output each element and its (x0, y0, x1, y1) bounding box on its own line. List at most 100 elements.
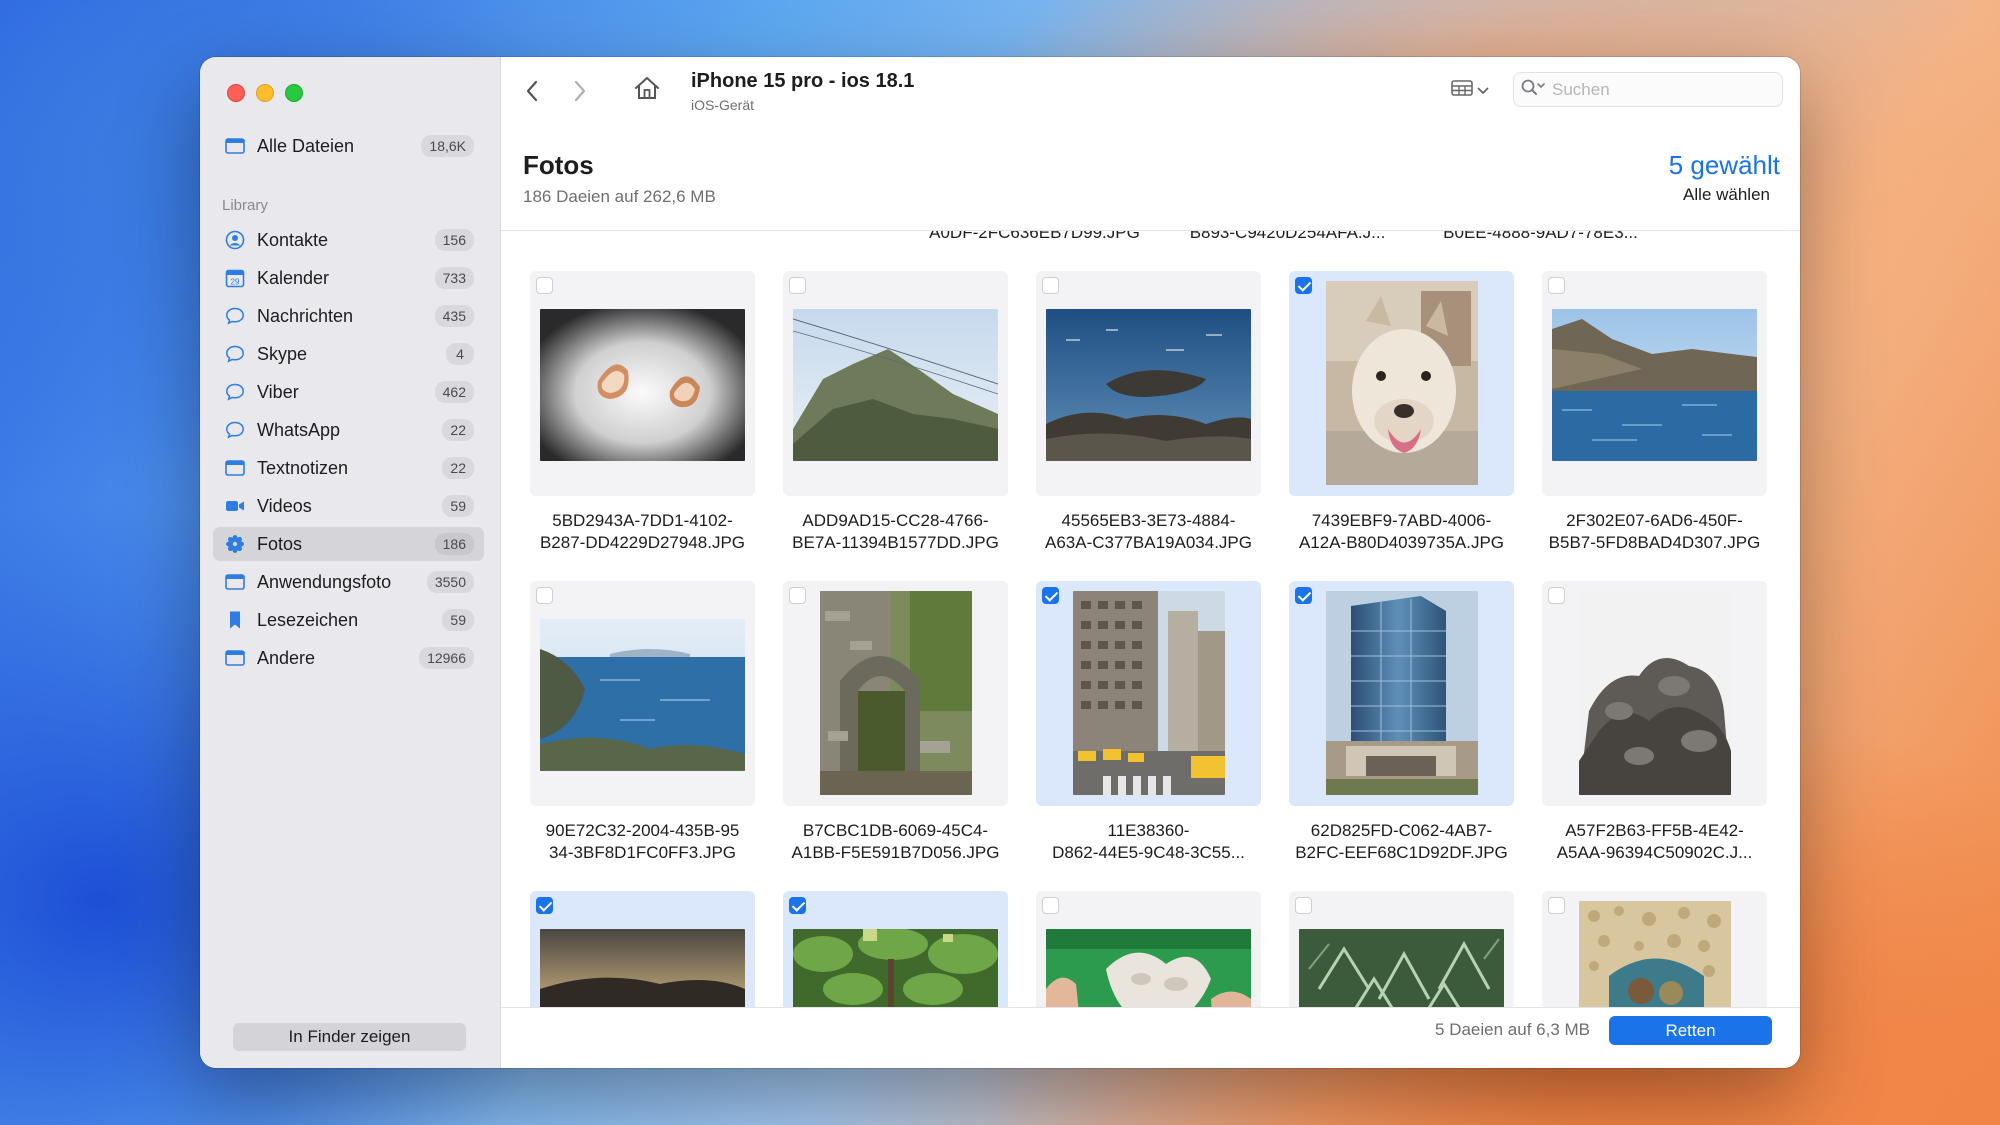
notes-icon (225, 458, 245, 478)
calendar-icon: 29 (225, 268, 245, 288)
select-checkbox[interactable] (1295, 277, 1312, 294)
page-subtitle: 186 Daeien auf 262,6 MB (523, 187, 716, 206)
chevron-down-icon (1477, 82, 1489, 100)
sidebar-item-textnotizen[interactable]: Textnotizen 22 (213, 451, 484, 485)
file-name: 62D825FD-C062-4AB7- B2FC-EEF68C1D92DF.JPG (1295, 821, 1508, 862)
grid-view-icon (1451, 79, 1473, 102)
photo-tile[interactable] (1542, 271, 1767, 496)
photo-thumbnail (820, 591, 972, 795)
photo-thumbnail (1579, 591, 1731, 795)
sidebar: Alle Dateien 18,6K Library Kontakte 156 … (200, 57, 501, 1068)
photo-tile[interactable] (1036, 581, 1261, 806)
window-controls (227, 84, 303, 102)
photo-thumbnail (1326, 281, 1478, 485)
zoom-window-button[interactable] (285, 84, 303, 102)
select-checkbox[interactable] (1042, 277, 1059, 294)
chevron-right-icon (573, 80, 587, 107)
photo-tile[interactable] (1289, 891, 1514, 1007)
sidebar-item-viber[interactable]: Viber 462 (213, 375, 484, 409)
select-checkbox[interactable] (1295, 897, 1312, 914)
chat-bubble-icon (225, 382, 245, 402)
contacts-icon (225, 230, 245, 250)
photo-tile[interactable] (783, 891, 1008, 1007)
sidebar-item-kontakte[interactable]: Kontakte 156 (213, 223, 484, 257)
selection-summary: 5 Daeien auf 6,3 MB (1435, 1020, 1590, 1039)
select-checkbox[interactable] (1548, 587, 1565, 604)
sidebar-item-lesezeichen[interactable]: Lesezeichen 59 (213, 603, 484, 637)
select-checkbox[interactable] (1548, 277, 1565, 294)
photo-tile[interactable] (783, 271, 1008, 496)
app-photo-icon (225, 572, 245, 592)
forward-button[interactable] (566, 79, 594, 107)
file-name: 7439EBF9-7ABD-4006- A12A-B80D4039735A.JPG (1298, 511, 1505, 552)
photo-thumbnail (540, 619, 745, 771)
photo-thumbnail (1552, 309, 1757, 461)
home-button[interactable] (633, 76, 661, 104)
recover-button[interactable]: Retten (1609, 1016, 1772, 1045)
minimize-window-button[interactable] (256, 84, 274, 102)
search-input[interactable] (1550, 78, 1754, 101)
sidebar-item-andere[interactable]: Andere 12966 (213, 641, 484, 675)
select-checkbox[interactable] (536, 277, 553, 294)
select-checkbox[interactable] (789, 277, 806, 294)
sidebar-item-skype[interactable]: Skype 4 (213, 337, 484, 371)
photo-tile[interactable] (1289, 271, 1514, 496)
photo-tile[interactable] (530, 891, 755, 1007)
files-icon (225, 136, 245, 156)
search-field[interactable] (1513, 72, 1783, 107)
photo-tile[interactable] (783, 581, 1008, 806)
chevron-left-icon (525, 80, 539, 107)
photo-grid: A0DF-2FC636EB7D99.JPG B893-C9420D254AFA.… (501, 231, 1800, 1007)
photo-tile[interactable] (1036, 891, 1261, 1007)
sidebar-item-whatsapp[interactable]: WhatsApp 22 (213, 413, 484, 447)
select-all-button[interactable]: Alle wählen (1683, 185, 1770, 205)
sidebar-item-fotos[interactable]: Fotos 186 (213, 527, 484, 561)
photo-tile[interactable] (530, 271, 755, 496)
select-checkbox[interactable] (789, 587, 806, 604)
select-checkbox[interactable] (789, 897, 806, 914)
photo-tile[interactable] (1036, 271, 1261, 496)
sidebar-item-videos[interactable]: Videos 59 (213, 489, 484, 523)
photo-thumbnail (1579, 901, 1731, 1007)
bookmark-icon (225, 610, 245, 630)
app-window: Alle Dateien 18,6K Library Kontakte 156 … (200, 57, 1800, 1068)
close-window-button[interactable] (227, 84, 245, 102)
file-name: B7CBC1DB-6069-45C4- A1BB-F5E591B7D056.JPG (791, 821, 1000, 862)
file-name: 45565EB3-3E73-4884- A63A-C377BA19A034.JPG (1045, 511, 1252, 552)
svg-text:29: 29 (231, 278, 240, 287)
select-checkbox[interactable] (1042, 897, 1059, 914)
other-icon (225, 648, 245, 668)
file-name: 2F302E07-6AD6-450F- B5B7-5FD8BAD4D307.JPG (1548, 511, 1761, 552)
photo-thumbnail (540, 929, 745, 1007)
sidebar-item-nachrichten[interactable]: Nachrichten 435 (213, 299, 484, 333)
file-name: A0DF-2FC636EB7D99.JPG (929, 231, 1140, 242)
photo-tile[interactable] (1542, 581, 1767, 806)
sidebar-item-anwendungsfoto[interactable]: Anwendungsfoto 3550 (213, 565, 484, 599)
select-checkbox[interactable] (536, 587, 553, 604)
main-panel: iPhone 15 pro - ios 18.1 iOS-Gerät Fotos… (501, 57, 1800, 1068)
file-name: B0EE-4888-9AD7-78E3... (1443, 231, 1638, 242)
view-options-button[interactable] (1451, 79, 1489, 102)
chat-bubble-icon (225, 306, 245, 326)
photos-icon (225, 534, 245, 554)
section-title-library: Library (222, 197, 268, 214)
photo-thumbnail (540, 309, 745, 461)
footer-divider (501, 1007, 1800, 1008)
chat-bubble-icon (225, 420, 245, 440)
file-name: B893-C9420D254AFA.J... (1189, 231, 1386, 242)
photo-thumbnail (1073, 591, 1225, 795)
sidebar-item-kalender[interactable]: 29 Kalender 733 (213, 261, 484, 295)
page-title: Fotos (523, 150, 594, 180)
select-checkbox[interactable] (1042, 587, 1059, 604)
photo-tile[interactable] (1542, 891, 1767, 1007)
sidebar-item-all-files[interactable]: Alle Dateien 18,6K (213, 129, 484, 163)
select-checkbox[interactable] (1548, 897, 1565, 914)
select-checkbox[interactable] (1295, 587, 1312, 604)
back-button[interactable] (518, 79, 546, 107)
photo-tile[interactable] (1289, 581, 1514, 806)
select-checkbox[interactable] (536, 897, 553, 914)
device-title: iPhone 15 pro - ios 18.1 (691, 70, 915, 92)
file-name: 90E72C32-2004-435B-95 34-3BF8D1FC0FF3.JPG (545, 821, 740, 862)
photo-tile[interactable] (530, 581, 755, 806)
show-in-finder-button[interactable]: In Finder zeigen (233, 1023, 466, 1051)
